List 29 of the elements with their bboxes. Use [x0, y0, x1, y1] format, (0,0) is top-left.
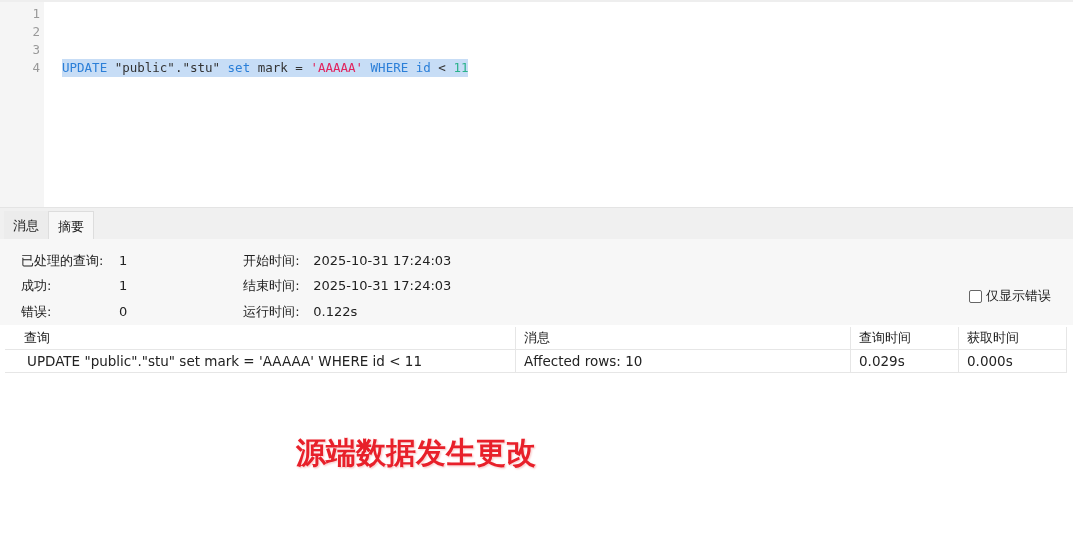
column-header: 获取时间: [958, 327, 1067, 350]
checkbox-label: 仅显示错误: [986, 287, 1051, 305]
table-cell: UPDATE "public"."stu" set mark = 'AAAAA' WHERE id < 11: [5, 349, 516, 373]
summary-value: 0: [119, 302, 128, 321]
table-cell: Affected rows: 10: [515, 349, 851, 373]
tab[interactable]: 消息: [4, 211, 48, 239]
summary-label: 成功:: [21, 277, 53, 296]
line-number: 2: [31, 23, 41, 41]
summary-label: 错误:: [21, 302, 53, 321]
line-number: 1: [31, 5, 41, 23]
checkbox[interactable]: [969, 289, 982, 303]
table-cell: 0.000s: [958, 349, 1067, 373]
tab[interactable]: 摘要: [48, 211, 94, 239]
summary-value: 1: [119, 252, 128, 270]
annotation-caption: 源端数据发生更改: [296, 434, 536, 472]
summary-label: 已处理的查询:: [21, 252, 105, 270]
summary-label: 运行时间:: [243, 302, 301, 321]
column-header: 查询时间: [850, 327, 959, 350]
line-number: 4: [31, 59, 41, 77]
table-cell: 0.029s: [850, 349, 959, 373]
summary-label: 开始时间:: [243, 252, 301, 270]
line-number: 3: [31, 41, 41, 59]
column-header: 查询: [5, 327, 516, 350]
column-header: 消息: [515, 327, 851, 350]
summary-value: 1: [119, 277, 128, 296]
summary-value: 2025-10-31 17:24:03: [313, 252, 452, 270]
summary-value: 0.122s: [313, 302, 359, 321]
summary-label: 结束时间:: [243, 277, 301, 296]
summary-value: 2025-10-31 17:24:03: [313, 277, 452, 296]
